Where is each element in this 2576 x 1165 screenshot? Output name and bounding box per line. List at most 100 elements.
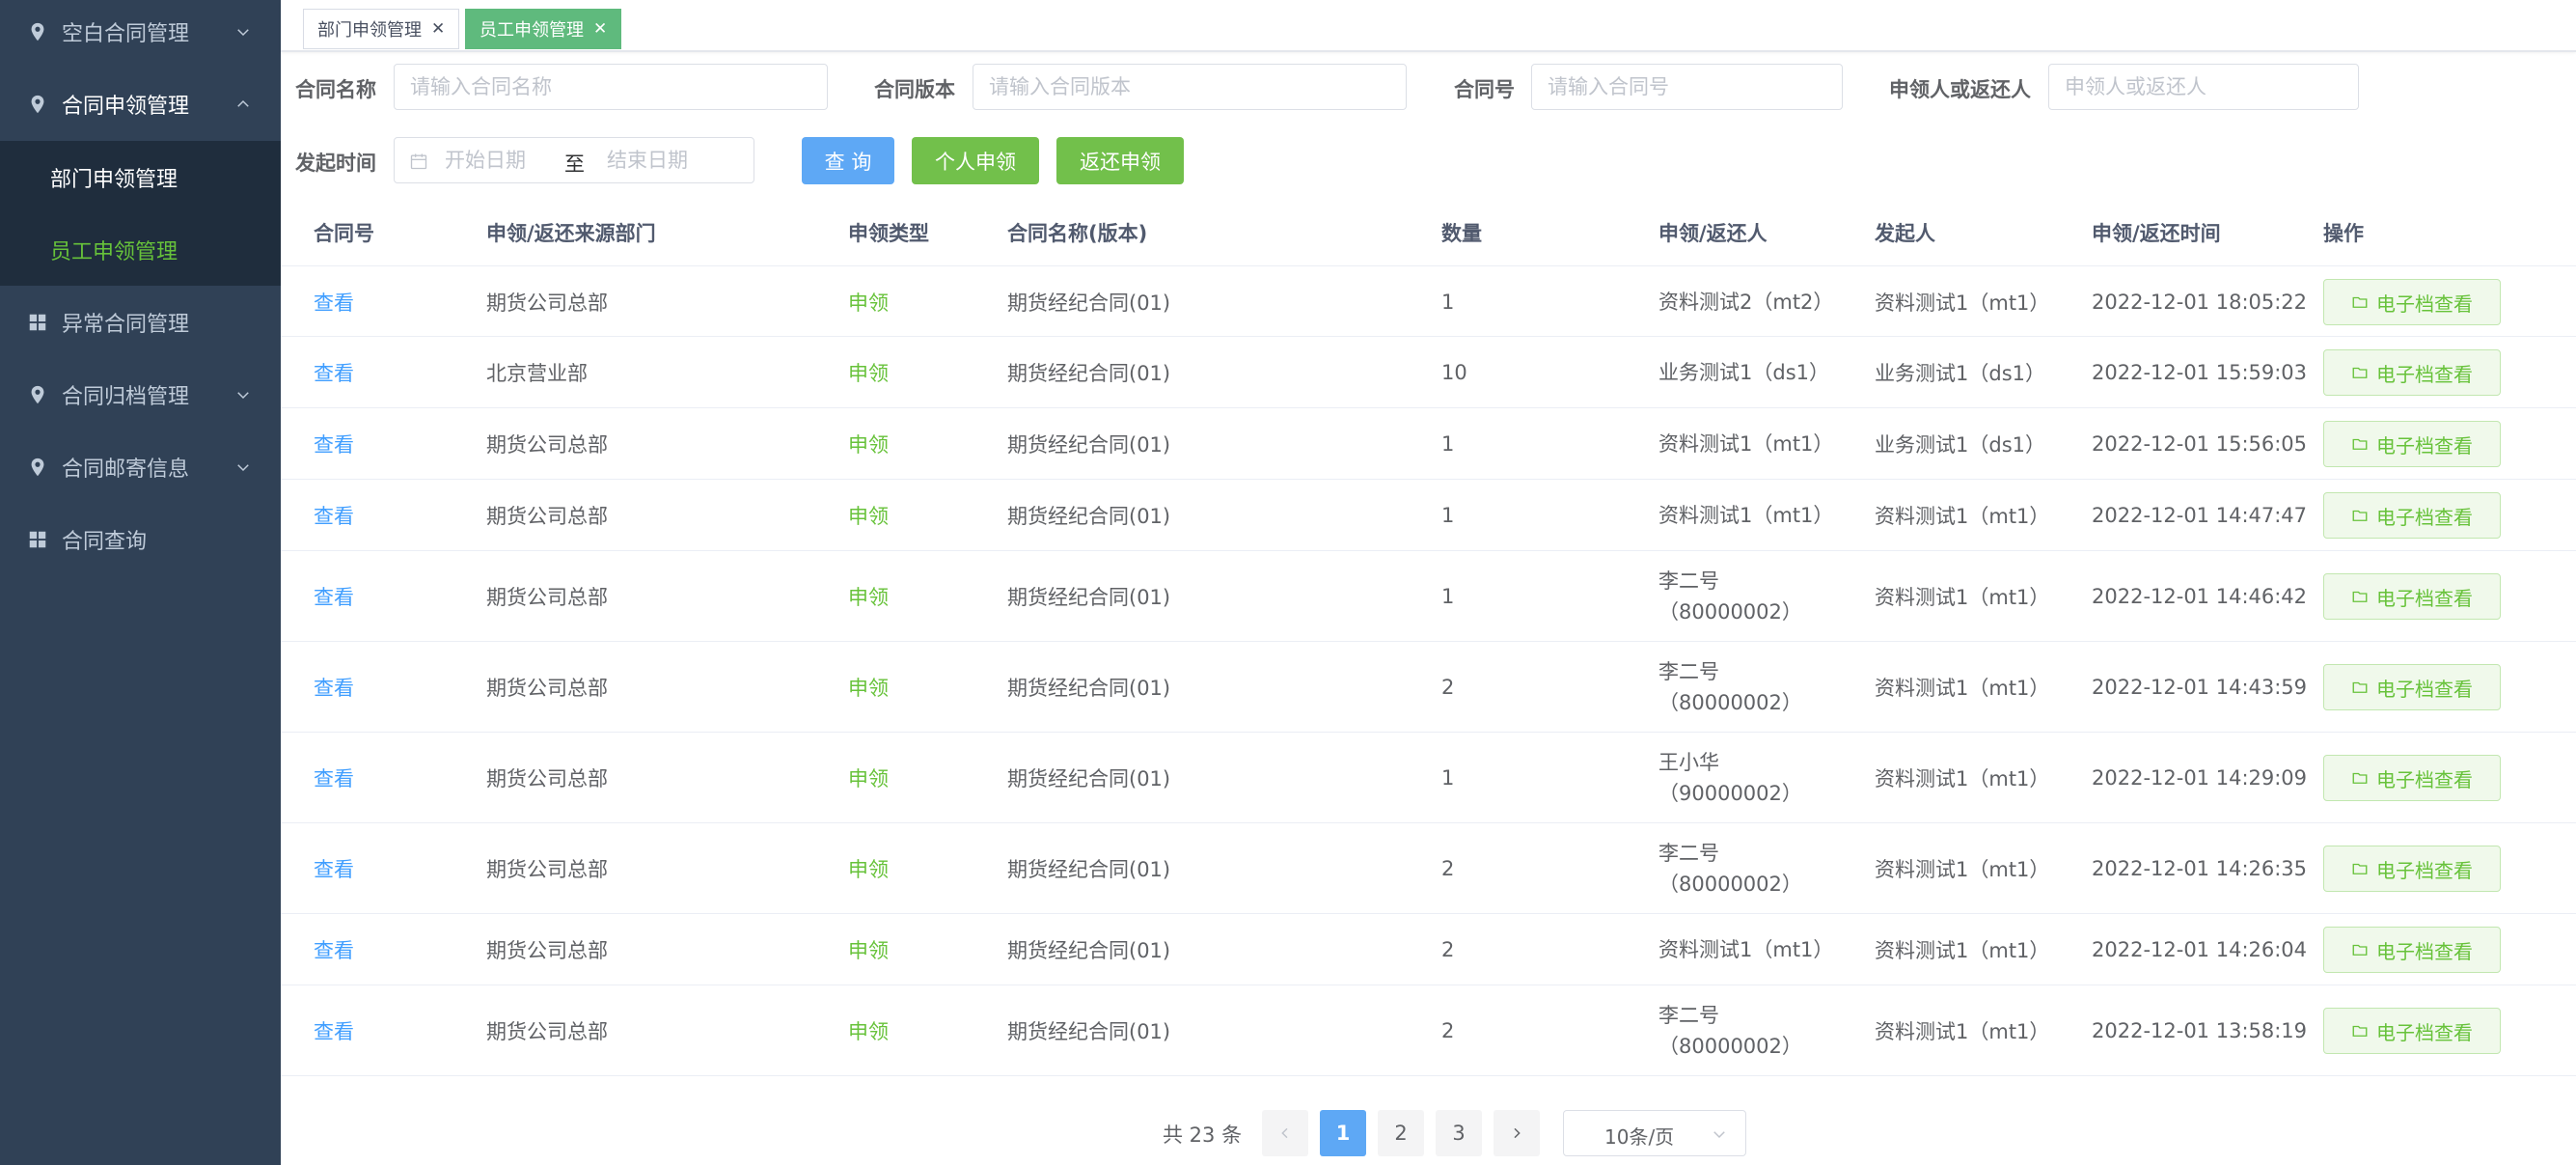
submenu-label: 部门申领管理 — [50, 167, 178, 192]
menu-item-contract-mail[interactable]: 合同邮寄信息 — [0, 430, 281, 503]
column-header: 合同号 — [314, 222, 374, 245]
column-header: 申领/返还时间 — [2092, 222, 2221, 245]
submenu-item-dept-apply[interactable]: 部门申领管理 — [0, 141, 281, 213]
query-button[interactable]: 查 询 — [802, 137, 894, 184]
end-date-input[interactable] — [607, 144, 742, 177]
dept-cell: 期货公司总部 — [486, 939, 608, 962]
menu-label: 异常合同管理 — [62, 312, 190, 337]
return-apply-button[interactable]: 返还申领 — [1056, 137, 1184, 184]
time-cell: 2022-12-01 14:43:59 — [2092, 676, 2308, 699]
submenu: 部门申领管理 员工申领管理 — [0, 141, 281, 286]
folder-icon — [2352, 367, 2368, 378]
column-header: 申领类型 — [848, 222, 929, 245]
contract-cell: 期货经纪合同(01) — [1007, 433, 1171, 457]
sidebar: 空白合同管理 合同申领管理 部门申领管理 员工申领管理 异常合同管理 合同归档管… — [0, 0, 281, 1165]
folder-icon — [2352, 1025, 2368, 1037]
initiator-cell: 资料测试1（mt1） — [1875, 677, 2050, 700]
table-row: 查看 期货公司总部 申领 期货经纪合同(01) 1 资料测试1（mt1） 业务测试1（ds1… — [281, 408, 2576, 480]
archive-button-label: 电子档查看 — [2376, 586, 2473, 610]
tag-label: 部门申领管理 — [317, 20, 422, 41]
column-header: 申领/返还来源部门 — [486, 222, 656, 245]
electronic-archive-button[interactable]: 电子档查看 — [2323, 349, 2501, 396]
electronic-archive-button[interactable]: 电子档查看 — [2323, 664, 2501, 710]
table-row: 查看 北京营业部 申领 期货经纪合同(01) 10 业务测试1（ds1） 业务测试1（ds1… — [281, 337, 2576, 408]
applicant-input[interactable] — [2048, 64, 2359, 110]
time-cell: 2022-12-01 15:59:03 — [2092, 361, 2308, 384]
electronic-archive-button[interactable]: 电子档查看 — [2323, 421, 2501, 467]
column-header: 操作 — [2323, 222, 2364, 245]
view-link[interactable]: 查看 — [314, 551, 354, 642]
time-cell: 2022-12-01 15:56:05 — [2092, 432, 2308, 456]
contract-no-label: 合同号 — [1454, 78, 1515, 101]
column-header: 发起人 — [1875, 222, 1935, 245]
contract-version-input[interactable] — [973, 64, 1407, 110]
location-pin-icon — [31, 95, 44, 113]
folder-icon — [2352, 944, 2368, 956]
contract-cell: 期货经纪合同(01) — [1007, 362, 1171, 385]
contract-name-input[interactable] — [394, 64, 828, 110]
view-link[interactable]: 查看 — [314, 642, 354, 733]
tag-dept-apply[interactable]: 部门申领管理 ✕ — [303, 9, 460, 49]
person-cell: 资料测试2（mt2） — [1658, 290, 1834, 314]
close-icon[interactable]: ✕ — [431, 19, 445, 39]
menu-item-blank-contract[interactable]: 空白合同管理 — [0, 0, 281, 68]
time-cell: 2022-12-01 14:26:04 — [2092, 938, 2308, 961]
view-link[interactable]: 查看 — [314, 337, 354, 408]
person-cell: 李二号（80000002） — [1658, 569, 1802, 624]
location-pin-icon — [31, 385, 44, 403]
view-link[interactable]: 查看 — [314, 985, 354, 1076]
prev-page-button[interactable] — [1262, 1110, 1308, 1156]
electronic-archive-button[interactable]: 电子档查看 — [2323, 846, 2501, 892]
menu-item-abnormal-contract[interactable]: 异常合同管理 — [0, 286, 281, 358]
menu-item-contract-archive[interactable]: 合同归档管理 — [0, 358, 281, 430]
contract-cell: 期货经纪合同(01) — [1007, 677, 1171, 700]
archive-button-label: 电子档查看 — [2376, 291, 2473, 316]
start-time-label: 发起时间 — [295, 152, 376, 175]
time-cell: 2022-12-01 13:58:19 — [2092, 1019, 2308, 1042]
start-date-input[interactable] — [445, 144, 570, 177]
person-cell: 业务测试1（ds1） — [1658, 361, 1829, 384]
view-link[interactable]: 查看 — [314, 733, 354, 823]
close-icon[interactable]: ✕ — [593, 19, 607, 39]
view-link[interactable]: 查看 — [314, 266, 354, 337]
initiator-cell: 资料测试1（mt1） — [1875, 586, 2050, 609]
archive-button-label: 电子档查看 — [2376, 1020, 2473, 1044]
contract-no-input[interactable] — [1531, 64, 1843, 110]
menu-item-contract-query[interactable]: 合同查询 — [0, 503, 281, 575]
view-link[interactable]: 查看 — [314, 408, 354, 480]
qty-cell: 1 — [1441, 766, 1455, 790]
next-page-button[interactable] — [1494, 1110, 1540, 1156]
page-size-select[interactable]: 10条/页 — [1563, 1110, 1746, 1156]
menu-item-contract-apply[interactable]: 合同申领管理 — [0, 68, 281, 140]
view-link[interactable]: 查看 — [314, 914, 354, 985]
column-header: 申领/返还人 — [1658, 222, 1768, 245]
table-row: 查看 期货公司总部 申领 期货经纪合同(01) 1 王小华（90000002） 资料测试1（… — [281, 733, 2576, 823]
grid-icon — [29, 314, 46, 330]
person-cell: 资料测试1（mt1） — [1658, 504, 1834, 527]
view-link[interactable]: 查看 — [314, 480, 354, 551]
table-row: 查看 期货公司总部 申领 期货经纪合同(01) 1 资料测试1（mt1） 资料测试1（mt1… — [281, 480, 2576, 551]
page-1-button[interactable]: 1 — [1320, 1110, 1366, 1156]
chevron-down-icon — [1713, 1131, 1725, 1139]
applicant-label: 申领人或返还人 — [1889, 78, 2031, 101]
calendar-icon — [410, 153, 427, 170]
menu-label: 合同查询 — [62, 529, 148, 554]
electronic-archive-button[interactable]: 电子档查看 — [2323, 492, 2501, 539]
chevron-down-icon — [237, 391, 249, 399]
electronic-archive-button[interactable]: 电子档查看 — [2323, 279, 2501, 325]
contract-cell: 期货经纪合同(01) — [1007, 858, 1171, 881]
electronic-archive-button[interactable]: 电子档查看 — [2323, 573, 2501, 620]
table-row: 查看 期货公司总部 申领 期货经纪合同(01) 2 李二号（80000002） 资料测试1（… — [281, 642, 2576, 733]
electronic-archive-button[interactable]: 电子档查看 — [2323, 927, 2501, 973]
page-3-button[interactable]: 3 — [1436, 1110, 1482, 1156]
page-2-button[interactable]: 2 — [1378, 1110, 1424, 1156]
view-link[interactable]: 查看 — [314, 823, 354, 914]
electronic-archive-button[interactable]: 电子档查看 — [2323, 755, 2501, 801]
electronic-archive-button[interactable]: 电子档查看 — [2323, 1008, 2501, 1054]
date-range-picker[interactable]: 至 — [394, 137, 754, 183]
personal-apply-button[interactable]: 个人申领 — [912, 137, 1039, 184]
tag-staff-apply[interactable]: 员工申领管理 ✕ — [465, 9, 622, 49]
submenu-item-staff-apply[interactable]: 员工申领管理 — [0, 213, 281, 286]
dept-cell: 期货公司总部 — [486, 677, 608, 700]
date-separator: 至 — [564, 153, 585, 176]
